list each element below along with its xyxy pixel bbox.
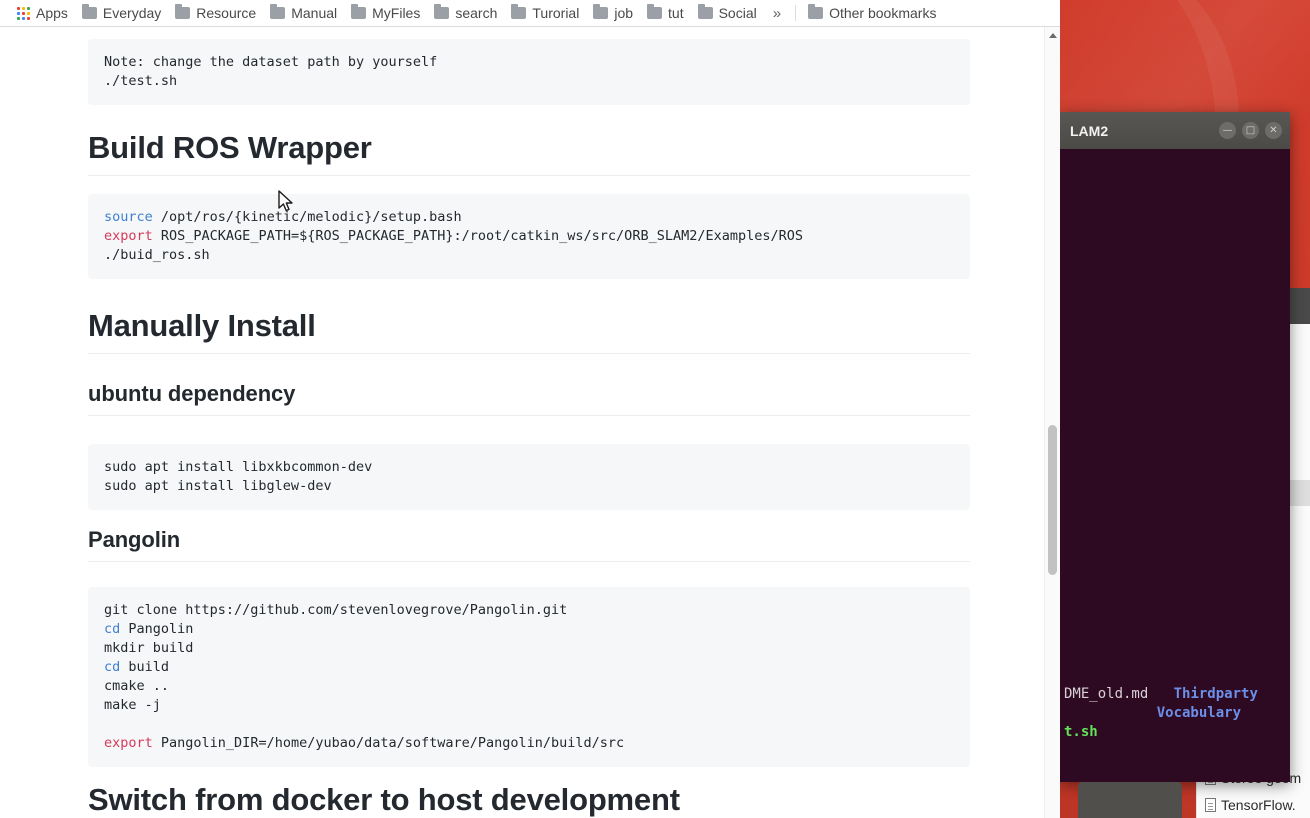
other-bookmarks-button[interactable]: Other bookmarks <box>801 2 943 24</box>
maximize-button[interactable]: □ <box>1242 122 1259 139</box>
code-token: build <box>120 659 170 675</box>
caret-up-icon <box>1048 32 1057 38</box>
bookmark-folder-label: Everyday <box>102 5 162 21</box>
file-row-label: TensorFlow. <box>1221 796 1296 813</box>
folder-icon <box>81 4 97 19</box>
minimize-button[interactable]: — <box>1219 122 1236 139</box>
page-viewport[interactable]: Note: change the dataset path by yoursel… <box>0 27 1060 818</box>
folder-icon <box>434 4 450 19</box>
bookmark-folder-label: Resource <box>196 5 257 21</box>
folder-icon <box>697 4 713 19</box>
terminal-token: t.sh <box>1064 724 1098 740</box>
terminal-line: DME_old.md Thirdparty <box>1060 685 1290 704</box>
code-token: git clone https://github.com/stevenloveg… <box>104 602 568 618</box>
apps-shortcut[interactable]: Apps <box>10 2 75 24</box>
bookmark-folder-label: Manual <box>291 5 338 21</box>
document-icon <box>1205 797 1216 812</box>
heading-manually-install: Manually Install <box>88 308 970 354</box>
bookmarks-bar[interactable]: Apps Everyday Resource Manual MyFiles search… <box>0 0 1060 27</box>
folder-icon <box>175 4 191 19</box>
terminal-token: Thirdparty <box>1173 686 1258 702</box>
bookmark-folder-label: MyFiles <box>372 5 421 21</box>
file-row[interactable]: TensorFlow. <box>1205 791 1310 818</box>
dock-panel <box>1078 782 1182 818</box>
bookmark-folder-label: search <box>455 5 498 21</box>
bookmarks-overflow-button[interactable]: » <box>764 5 790 22</box>
close-button[interactable]: ✕ <box>1265 122 1282 139</box>
terminal-output: DME_old.md Thirdparty Vocabulary t.sh <box>1060 685 1290 742</box>
code-token: cd <box>104 621 121 637</box>
bookmark-folder-label: Turorial <box>532 5 580 21</box>
bookmark-folder-myfiles[interactable]: MyFiles <box>344 2 427 24</box>
code-token: make -j <box>104 697 161 713</box>
heading-ubuntu-dependency: ubuntu dependency <box>88 381 970 416</box>
terminal-token: Vocabulary <box>1156 705 1242 721</box>
bookmark-folder-resource[interactable]: Resource <box>168 2 263 24</box>
code-block-build-ros: source /opt/ros/{kinetic/melodic}/setup.… <box>88 194 970 279</box>
folder-icon <box>808 4 824 19</box>
code-token: sudo apt install libglew-dev <box>104 478 332 494</box>
code-token: ./buid_ros.sh <box>104 247 210 263</box>
terminal-titlebar[interactable]: LAM2 — □ ✕ <box>1060 112 1290 149</box>
bookmark-folder-everyday[interactable]: Everyday <box>75 2 168 24</box>
bookmark-folder-manual[interactable]: Manual <box>263 2 344 24</box>
scrollbar-thumb[interactable] <box>1048 425 1057 575</box>
code-block-test-sh: Note: change the dataset path by yoursel… <box>88 39 970 105</box>
page-scrollbar[interactable] <box>1044 27 1060 818</box>
terminal-title: LAM2 <box>1070 122 1109 139</box>
close-icon: ✕ <box>1269 125 1278 136</box>
code-token: export <box>104 228 153 244</box>
code-token: sudo apt install libxkbcommon-dev <box>104 459 373 475</box>
terminal-token: DME_old.md <box>1064 686 1149 702</box>
heading-switch-from-docker: Switch from docker to host development <box>88 782 970 818</box>
code-token: cmake .. <box>104 678 170 694</box>
code-token: Pangolin_DIR=/home/yubao/data/software/P… <box>152 735 625 751</box>
bookmark-folder-group[interactable]: Everyday Resource Manual MyFiles search Turor… <box>75 2 764 24</box>
code-token: Pangolin <box>120 621 194 637</box>
heading-pangolin: Pangolin <box>88 527 970 562</box>
bookmark-folder-search[interactable]: search <box>427 2 504 24</box>
code-token: /opt/ros/{kinetic/melodic}/setup.bash <box>152 209 462 225</box>
bookmark-folder-label: Social <box>718 5 757 21</box>
bookmark-folder-job[interactable]: job <box>586 2 640 24</box>
screen-root: gn vi.. mdeepIN.bjeow.M2nd.mcdnd Stereo … <box>0 0 1310 818</box>
code-token: ROS_PACKAGE_PATH=${ROS_PACKAGE_PATH}:/ro… <box>152 228 803 244</box>
folder-icon <box>351 4 367 19</box>
scroll-up-button[interactable] <box>1045 27 1060 43</box>
code-token: export <box>104 735 153 751</box>
terminal-body[interactable]: DME_old.md Thirdparty Vocabulary t.sh <box>1060 149 1290 782</box>
bookmark-folder-turorial[interactable]: Turorial <box>504 2 586 24</box>
code-token: mkdir build <box>104 640 194 656</box>
minimize-icon: — <box>1222 125 1233 136</box>
terminal-line: Vocabulary <box>1060 704 1290 723</box>
heading-build-ros-wrapper: Build ROS Wrapper <box>88 130 970 176</box>
terminal-window[interactable]: LAM2 — □ ✕ DME_old.md Thirdparty Vocabul… <box>1060 112 1290 782</box>
bookmark-folder-tut[interactable]: tut <box>640 2 691 24</box>
bookmark-folder-social[interactable]: Social <box>691 2 764 24</box>
terminal-line: t.sh <box>1060 723 1290 742</box>
folder-icon <box>593 4 609 19</box>
code-token: source <box>104 209 153 225</box>
maximize-icon: □ <box>1245 125 1256 136</box>
code-token: ./test.sh <box>104 73 178 89</box>
folder-icon <box>270 4 286 19</box>
bookmarks-divider <box>795 5 797 21</box>
other-bookmarks-label: Other bookmarks <box>829 5 937 21</box>
code-token: cd <box>104 659 121 675</box>
bookmark-folder-label: tut <box>668 5 684 21</box>
code-block-ubuntu-deps: sudo apt install libxkbcommon-dev sudo a… <box>88 444 970 510</box>
apps-label: Apps <box>36 5 68 21</box>
apps-grid-icon <box>17 6 30 20</box>
code-token: Note: change the dataset path by yoursel… <box>104 54 438 70</box>
folder-icon <box>511 4 527 19</box>
code-block-pangolin: git clone https://github.com/stevenloveg… <box>88 587 970 767</box>
bookmark-folder-label: job <box>614 5 634 21</box>
folder-icon <box>647 4 663 19</box>
